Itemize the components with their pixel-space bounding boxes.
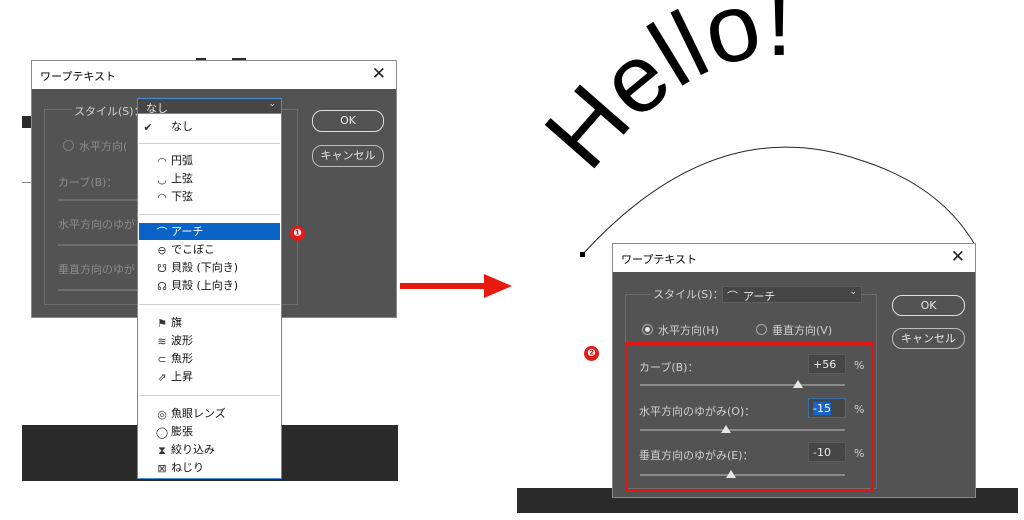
- dropdown-item-none[interactable]: ✔ なし: [139, 118, 280, 135]
- dropdown-separator: [139, 214, 280, 215]
- rise-icon: ⇗: [157, 371, 167, 384]
- highlight-box: [625, 342, 874, 492]
- h-distort-slider[interactable]: [58, 244, 138, 246]
- dropdown-item-wave[interactable]: ≋ 波形: [139, 332, 280, 349]
- dropdown-item-arc-upper[interactable]: ◠ 下弦: [139, 188, 280, 205]
- dropdown-separator: [139, 143, 280, 144]
- bend-slider[interactable]: [58, 199, 138, 201]
- dropdown-item-shell-upper[interactable]: ☊ 貝殻 (上向き): [139, 277, 280, 294]
- arc-icon: ◠: [157, 155, 167, 168]
- squeeze-icon: ⧗: [158, 444, 166, 457]
- arc-lower-icon: ◡: [157, 173, 167, 186]
- horizontal-radio[interactable]: [63, 140, 74, 151]
- dialog-title: ワープテキスト: [40, 70, 117, 83]
- chevron-down-icon: ⌄: [849, 287, 857, 297]
- horizontal-label: 水平方向(H): [658, 324, 719, 337]
- dropdown-item-fisheye[interactable]: ◎ 魚眼レンズ: [139, 405, 280, 422]
- close-icon[interactable]: ✕: [372, 64, 386, 84]
- dialog-titlebar: ワープテキスト ✕: [613, 244, 975, 272]
- dropdown-item-arch[interactable]: ⌒ アーチ: [139, 223, 280, 240]
- horizontal-label: 水平方向(: [79, 140, 128, 153]
- dropdown-separator: [139, 395, 280, 396]
- shell-upper-icon: ☊: [157, 280, 167, 293]
- dropdown-item-arc-lower[interactable]: ◡ 上弦: [139, 170, 280, 187]
- v-distort-slider[interactable]: [58, 289, 138, 291]
- horizontal-radio[interactable]: [642, 324, 653, 335]
- style-label: スタイル(S)：: [72, 103, 147, 119]
- dialog-title: ワープテキスト: [621, 253, 698, 266]
- chevron-down-icon: ⌄: [268, 99, 276, 109]
- vertical-label: 垂直方向(V): [772, 324, 833, 337]
- inflate-icon: ◯: [155, 426, 169, 439]
- dropdown-item-shell-lower[interactable]: ☋ 貝殻 (下向き): [139, 259, 280, 276]
- flag-icon: ⚑: [157, 317, 167, 330]
- style-dropdown-list: ✔ なし ◠ 円弧 ◡ 上弦 ◠ 下弦 ⌒ アーチ ⊖ でこぼこ ☋ 貝殻 (下…: [137, 113, 282, 479]
- style-select[interactable]: ⌒ アーチ ⌄: [722, 286, 862, 303]
- vertical-radio[interactable]: [756, 324, 767, 335]
- style-select-value: アーチ: [743, 290, 776, 303]
- wave-icon: ≋: [157, 335, 167, 348]
- style-label: スタイル(S)：: [651, 286, 726, 302]
- anchor-handle[interactable]: [580, 252, 585, 257]
- close-icon[interactable]: ✕: [951, 247, 965, 267]
- fisheye-icon: ◎: [157, 408, 167, 421]
- red-arrow-icon: [400, 274, 512, 298]
- checkmark-icon: ✔: [143, 121, 153, 134]
- arch-icon: ⌒: [727, 290, 738, 303]
- twist-icon: ⊠: [157, 462, 167, 475]
- ok-button[interactable]: OK: [892, 295, 965, 316]
- shell-lower-icon: ☋: [157, 262, 167, 275]
- warp-bounding-arc: [582, 146, 976, 255]
- warped-hello-text: Hello!: [524, 0, 792, 188]
- bend-label: カーブ(B)：: [58, 176, 118, 189]
- v-distort-label: 垂直方向のゆが: [58, 263, 135, 276]
- fish-icon: ⊂: [157, 353, 167, 366]
- bulge-icon: ⊖: [157, 244, 167, 257]
- dropdown-item-flag[interactable]: ⚑ 旗: [139, 314, 280, 331]
- dropdown-item-inflate[interactable]: ◯ 膨張: [139, 423, 280, 440]
- arch-icon: ⌒: [156, 226, 168, 239]
- dropdown-separator: [139, 304, 280, 305]
- dropdown-item-fish[interactable]: ⊂ 魚形: [139, 350, 280, 367]
- arc-upper-icon: ◠: [157, 191, 167, 204]
- style-select[interactable]: なし ⌄: [137, 98, 282, 115]
- h-distort-label: 水平方向のゆが: [58, 218, 135, 231]
- dropdown-item-squeeze[interactable]: ⧗ 絞り込み: [139, 441, 280, 458]
- cancel-button[interactable]: キャンセル: [892, 328, 965, 349]
- dropdown-item-rise[interactable]: ⇗ 上昇: [139, 368, 280, 385]
- step-badge-1: ❶: [290, 226, 305, 241]
- dropdown-item-bulge[interactable]: ⊖ でこぼこ: [139, 241, 280, 258]
- dialog-titlebar: ワープテキスト ✕: [32, 61, 396, 89]
- cancel-button[interactable]: キャンセル: [312, 145, 384, 167]
- dropdown-item-twist[interactable]: ⊠ ねじり: [139, 459, 280, 476]
- step-badge-2: ❷: [584, 346, 599, 361]
- ok-button[interactable]: OK: [312, 110, 384, 132]
- dropdown-item-arc[interactable]: ◠ 円弧: [139, 152, 280, 169]
